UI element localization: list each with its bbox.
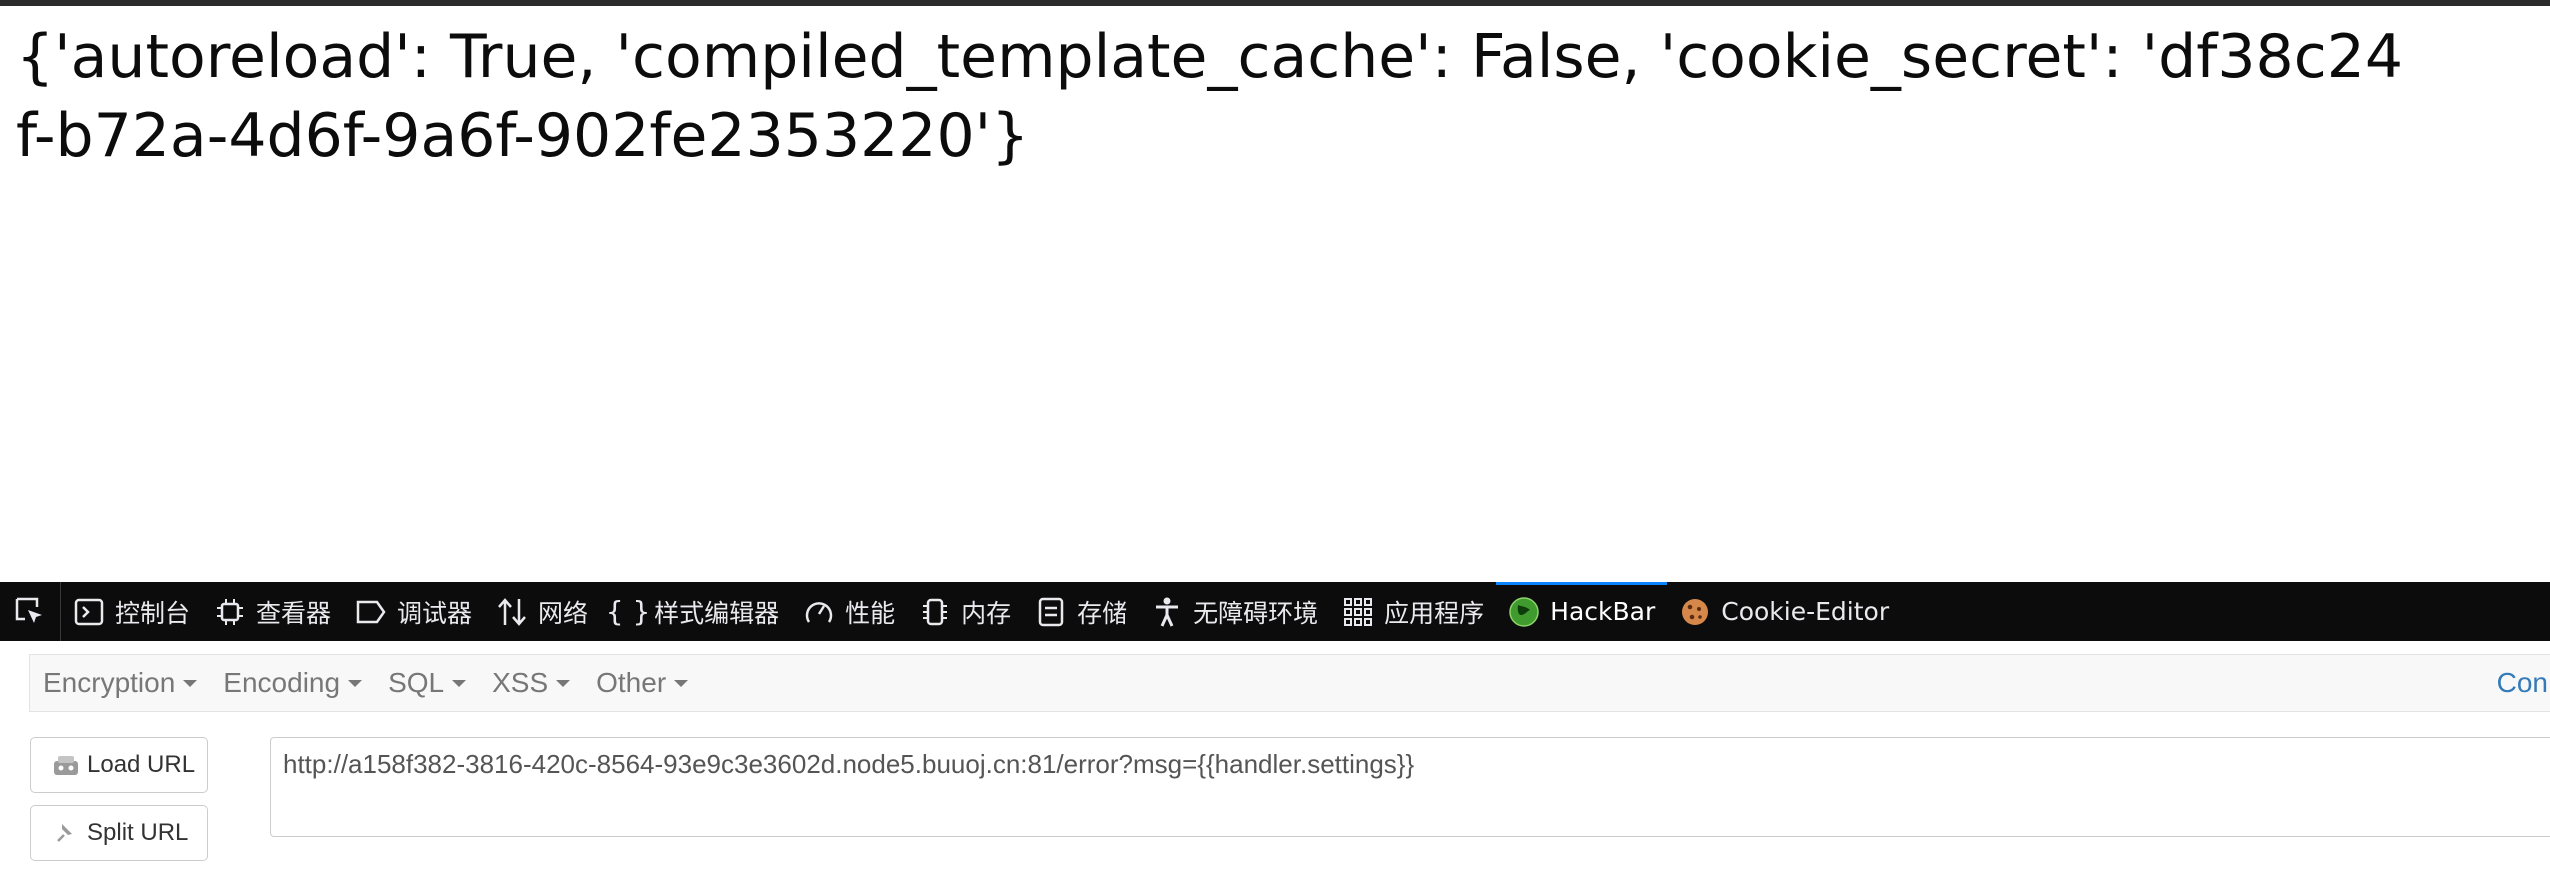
tab-label: 调试器 [397, 598, 473, 628]
caret-down-icon [556, 679, 571, 687]
accessibility-icon [1151, 596, 1183, 628]
menu-label: Encoding [223, 667, 341, 698]
tab-label: 无障碍环境 [1193, 598, 1319, 628]
split-url-label: Split URL [87, 819, 189, 846]
tab-inspector[interactable]: 查看器 [202, 582, 343, 641]
debugger-icon [355, 596, 387, 628]
application-icon [1342, 596, 1374, 628]
tab-performance[interactable]: 性能 [791, 582, 907, 641]
tab-label: 存储 [1077, 598, 1128, 628]
tab-label: 控制台 [115, 598, 191, 628]
load-url-button[interactable]: Load URL [30, 737, 208, 793]
load-url-label: Load URL [87, 751, 196, 778]
split-url-button[interactable]: Split URL [30, 805, 208, 861]
tab-label: 样式编辑器 [654, 598, 780, 628]
page-text: {'autoreload': True, 'compiled_template_… [16, 22, 2404, 171]
menu-label: XSS [492, 667, 549, 698]
devtools-toolbar: 控制台 查看器 调试器 网络 { } 样式编辑器 性能 内存 存储 无障碍环境 … [0, 582, 2550, 641]
tab-debugger[interactable]: 调试器 [343, 582, 484, 641]
hackbar-menubar: Encryption Encoding SQL XSS Other Con [29, 654, 2550, 712]
menu-encryption[interactable]: Encryption [30, 667, 210, 699]
split-url-icon [51, 821, 81, 845]
element-picker-button[interactable] [0, 582, 61, 641]
browser-top-border [0, 0, 2550, 6]
network-icon [496, 596, 528, 628]
cookie-icon [1679, 596, 1711, 628]
menu-other[interactable]: Other [583, 667, 701, 699]
menu-label: Other [596, 667, 667, 698]
console-icon [73, 596, 105, 628]
tab-label: 网络 [538, 598, 589, 628]
hackbar-actions: Load URL Split URL [30, 737, 210, 873]
tab-label: 性能 [845, 598, 896, 628]
caret-down-icon [452, 679, 467, 687]
storage-icon [1035, 596, 1067, 628]
tab-application[interactable]: 应用程序 [1330, 582, 1496, 641]
tab-style-editor[interactable]: { } 样式编辑器 [600, 582, 791, 641]
tab-accessibility[interactable]: 无障碍环境 [1139, 582, 1330, 641]
tab-hackbar[interactable]: HackBar [1496, 582, 1668, 641]
menu-label: SQL [388, 667, 445, 698]
tab-console[interactable]: 控制台 [61, 582, 202, 641]
caret-down-icon [348, 679, 363, 687]
tab-label: 应用程序 [1384, 598, 1485, 628]
performance-icon [803, 596, 835, 628]
devtools-panel: 控制台 查看器 调试器 网络 { } 样式编辑器 性能 内存 存储 无障碍环境 … [0, 582, 2550, 861]
menu-sql[interactable]: SQL [375, 667, 479, 699]
tab-label: HackBar [1550, 597, 1656, 626]
caret-down-icon [183, 679, 198, 687]
menu-xss[interactable]: XSS [479, 667, 583, 699]
contribute-link[interactable]: Con [2497, 667, 2548, 699]
caret-down-icon [674, 679, 689, 687]
load-url-icon [51, 753, 81, 777]
url-textarea[interactable]: http://a158f382-3816-420c-8564-93e9c3e36… [270, 737, 2550, 837]
tab-network[interactable]: 网络 [484, 582, 600, 641]
hackbar-icon [1508, 596, 1540, 628]
menu-encoding[interactable]: Encoding [210, 667, 375, 699]
tab-label: Cookie-Editor [1721, 597, 1890, 626]
tab-storage[interactable]: 存储 [1023, 582, 1139, 641]
tab-memory[interactable]: 内存 [907, 582, 1023, 641]
menu-label: Encryption [43, 667, 176, 698]
memory-icon [919, 596, 951, 628]
tab-label: 内存 [961, 598, 1012, 628]
inspector-icon [214, 596, 246, 628]
style-editor-icon: { } [605, 595, 651, 628]
tab-label: 查看器 [256, 598, 332, 628]
element-picker-icon [15, 597, 42, 623]
tab-cookie-editor[interactable]: Cookie-Editor [1667, 582, 1901, 641]
